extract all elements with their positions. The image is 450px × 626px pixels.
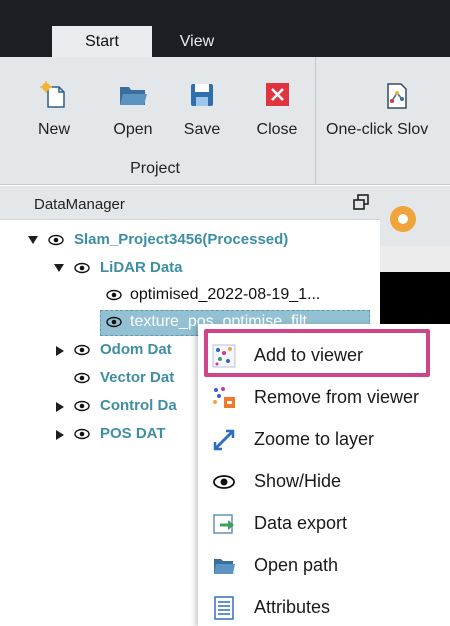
expand-arrow-icon[interactable] (56, 346, 64, 356)
tree-item-label: Slam_Project3456(Processed) (74, 231, 289, 248)
data-export-icon (213, 514, 234, 534)
close-icon (266, 83, 289, 106)
eye-icon[interactable] (74, 427, 90, 441)
tree-item-label: Control Da (100, 397, 177, 414)
new-button-label: New (37, 121, 70, 138)
one-click-label: One-click Slov (326, 121, 429, 138)
remove-from-viewer-icon (213, 387, 235, 408)
tree-item-control-data[interactable]: Control Da (0, 394, 200, 420)
ribbon: New Open Save Close Project One-click Sl… (0, 57, 450, 185)
tree-item-label: optimised_2022-08-19_1... (130, 286, 321, 303)
tree-item-label: POS DAT (100, 425, 166, 442)
open-button-label: Open (113, 121, 153, 138)
menu-item-zoom-to-layer[interactable]: Zoome to layer (198, 420, 450, 458)
eye-icon[interactable] (48, 233, 64, 247)
tree-item-label: Odom Dat (100, 341, 172, 358)
folder-icon (214, 559, 235, 574)
tree-item-slam-project[interactable]: Slam_Project3456(Processed) (0, 228, 380, 254)
save-button[interactable]: Save (172, 77, 232, 147)
one-click-button[interactable]: One-click Slov (322, 77, 450, 147)
project-group-label: Project (130, 160, 180, 177)
folder-open-icon (120, 87, 147, 105)
menu-item-label: Attributes (254, 597, 331, 617)
menu-item-label: Show/Hide (254, 471, 342, 491)
eye-icon[interactable] (74, 343, 90, 357)
highlight-box (204, 329, 430, 377)
tree-item-lidar-data[interactable]: LiDAR Data (0, 256, 380, 282)
open-button[interactable]: Open (103, 77, 163, 147)
tree-item-label: LiDAR Data (100, 259, 183, 276)
tree-item-label: Vector Dat (100, 369, 175, 386)
expand-arrow-icon[interactable] (56, 430, 64, 440)
expand-arrow-icon[interactable] (28, 236, 38, 244)
ribbon-tab-bar: Start View (0, 0, 450, 57)
data-manager-header: DataManager (0, 186, 380, 220)
menu-item-label: Remove from viewer (254, 387, 420, 407)
eye-icon[interactable] (74, 371, 90, 385)
close-button-label: Close (256, 121, 298, 138)
eye-icon[interactable] (106, 315, 122, 329)
zoom-icon[interactable] (390, 206, 416, 232)
menu-item-data-export[interactable]: Data export (198, 504, 450, 542)
save-button-label: Save (183, 121, 221, 138)
menu-item-show-hide[interactable]: Show/Hide (198, 462, 450, 500)
tab-view[interactable]: View (160, 26, 234, 57)
menu-item-attributes[interactable]: Attributes (198, 588, 450, 626)
eye-icon (213, 475, 235, 489)
restore-window-icon[interactable] (352, 193, 370, 211)
eye-icon[interactable] (74, 261, 90, 275)
eye-icon[interactable] (106, 288, 122, 302)
close-button[interactable]: Close (247, 77, 307, 147)
expand-arrow-icon[interactable] (54, 264, 64, 272)
tree-item-pos-dat[interactable]: POS DAT (0, 422, 200, 448)
save-icon (191, 84, 213, 106)
menu-item-label: Data export (254, 513, 348, 533)
data-manager-title: DataManager (34, 196, 125, 213)
one-click-icon (387, 83, 407, 109)
expand-arrow-icon[interactable] (56, 402, 64, 412)
new-button[interactable]: New (24, 77, 84, 147)
zoom-to-layer-icon (213, 429, 235, 451)
menu-item-remove-from-viewer[interactable]: Remove from viewer (198, 378, 450, 416)
eye-icon[interactable] (74, 399, 90, 413)
menu-item-label: Zoome to layer (254, 429, 375, 449)
viewer-canvas[interactable] (380, 272, 450, 332)
ribbon-separator (315, 57, 316, 184)
menu-item-label: Open path (254, 555, 339, 575)
attributes-icon (214, 596, 234, 620)
tree-item-odom-data[interactable]: Odom Dat (0, 338, 200, 364)
menu-item-open-path[interactable]: Open path (198, 546, 450, 584)
viewer-toolbar (380, 186, 450, 246)
tree-item-vector-data[interactable]: Vector Dat (0, 366, 200, 392)
tree-item-optimised[interactable]: optimised_2022-08-19_1... (0, 283, 380, 309)
new-file-icon (40, 81, 65, 108)
tab-start[interactable]: Start (52, 26, 152, 57)
